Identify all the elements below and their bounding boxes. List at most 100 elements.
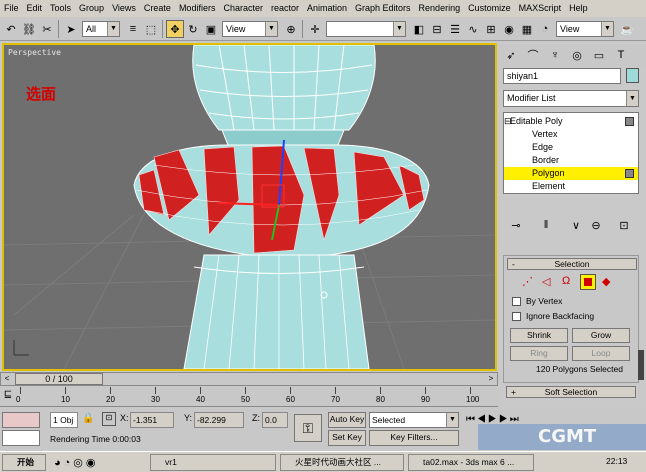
prev-frame-icon[interactable]: < bbox=[1, 373, 13, 385]
make-unique-icon[interactable]: ∨ bbox=[567, 216, 585, 234]
select-by-name-icon[interactable]: ≡ bbox=[124, 20, 142, 38]
menu-customize[interactable]: Customize bbox=[464, 0, 515, 17]
open-mini-curve-editor-icon[interactable]: ⊑ bbox=[0, 389, 16, 405]
taskbar-task-2[interactable]: 火星时代动画大社区 ... bbox=[280, 454, 404, 471]
polygon-mode-icon[interactable] bbox=[580, 274, 596, 290]
absolute-mode-icon[interactable]: ⊡ bbox=[102, 412, 116, 426]
x-coordinate[interactable]: -1.351 bbox=[130, 412, 174, 428]
set-key-icon[interactable]: ⚿ bbox=[294, 414, 322, 442]
track-tick-label: 100 bbox=[466, 395, 480, 404]
track-tick-label: 10 bbox=[61, 395, 70, 404]
shrink-button[interactable]: Shrink bbox=[510, 328, 568, 343]
border-mode-icon[interactable]: Ω bbox=[562, 275, 570, 287]
menu-character[interactable]: Character bbox=[219, 0, 267, 17]
object-name-field[interactable]: shiyan1 bbox=[503, 68, 621, 84]
lock-selection-icon[interactable]: 🔒 bbox=[82, 413, 94, 424]
stack-item-border[interactable]: Border bbox=[504, 154, 638, 167]
mirror-icon[interactable]: ◧ bbox=[410, 20, 428, 38]
pivot-icon[interactable]: ⊕ bbox=[282, 20, 300, 38]
menu-edit[interactable]: Edit bbox=[23, 0, 47, 17]
schematic-view-icon[interactable]: ⊞ bbox=[482, 20, 500, 38]
stack-item-element[interactable]: Element bbox=[504, 180, 638, 193]
stack-item-edge[interactable]: Edge bbox=[504, 141, 638, 154]
select-object-icon[interactable]: ➤ bbox=[62, 20, 80, 38]
menu-views[interactable]: Views bbox=[108, 0, 140, 17]
stack-item-vertex[interactable]: Vertex bbox=[504, 128, 638, 141]
menu-graph-editors[interactable]: Graph Editors bbox=[351, 0, 415, 17]
menu-animation[interactable]: Animation bbox=[303, 0, 351, 17]
set-key-button[interactable]: Set Key bbox=[328, 430, 366, 446]
curve-editor-icon[interactable]: ∿ bbox=[464, 20, 482, 38]
object-color-swatch[interactable] bbox=[626, 68, 639, 83]
vertex-mode-icon[interactable]: ⋰ bbox=[522, 275, 533, 288]
quick-render-icon[interactable]: ◔ bbox=[536, 20, 554, 38]
soft-selection-rollout-header[interactable]: + Soft Selection bbox=[506, 386, 636, 398]
configure-sets-icon[interactable]: ⊡ bbox=[615, 216, 633, 234]
menu-maxscript[interactable]: MAXScript bbox=[515, 0, 566, 17]
named-selection-dropdown[interactable]: ▼ bbox=[326, 21, 406, 37]
unlink-icon[interactable]: ✂ bbox=[38, 20, 56, 38]
selection-filter-dropdown[interactable]: All ▼ bbox=[82, 21, 120, 37]
taskbar-task-3[interactable]: ta02.max - 3ds max 6 ... bbox=[408, 454, 534, 471]
material-editor-icon[interactable]: ◉ bbox=[500, 20, 518, 38]
track-bar[interactable]: ⊑ 0 10 20 30 40 50 60 70 80 90 100 bbox=[0, 387, 498, 407]
perspective-viewport[interactable]: Perspective 选面 bbox=[2, 43, 497, 371]
element-mode-icon[interactable]: ◆ bbox=[602, 275, 610, 288]
menu-help[interactable]: Help bbox=[565, 0, 592, 17]
manipulate-icon[interactable]: ✛ bbox=[306, 20, 324, 38]
auto-key-button[interactable]: Auto Key bbox=[328, 412, 366, 428]
viewport-label[interactable]: Perspective bbox=[8, 48, 61, 57]
quick-launch-icons[interactable]: ◕◔◎◉ bbox=[54, 456, 98, 469]
next-frame-icon[interactable]: > bbox=[485, 373, 497, 385]
maxscript-mini-listener[interactable] bbox=[2, 430, 40, 446]
by-vertex-checkbox[interactable] bbox=[512, 297, 521, 306]
ring-button[interactable]: Ring bbox=[510, 346, 568, 361]
reference-coord-dropdown[interactable]: View ▼ bbox=[222, 21, 278, 37]
loop-button[interactable]: Loop bbox=[572, 346, 630, 361]
key-mode-dropdown[interactable]: Selected ▼ bbox=[369, 412, 459, 428]
pin-stack-icon[interactable]: ⊸ bbox=[507, 216, 525, 234]
align-icon[interactable]: ⊟ bbox=[428, 20, 446, 38]
select-scale-icon[interactable]: ▣ bbox=[202, 20, 220, 38]
select-move-icon[interactable]: ✥ bbox=[166, 20, 184, 38]
time-slider-thumb[interactable]: 0 / 100 bbox=[15, 373, 103, 385]
menu-create[interactable]: Create bbox=[140, 0, 175, 17]
menu-rendering[interactable]: Rendering bbox=[415, 0, 465, 17]
modifier-list-dropdown[interactable]: Modifier List ▼ bbox=[503, 90, 639, 107]
menu-reactor[interactable]: reactor bbox=[267, 0, 303, 17]
teapot-render-icon[interactable]: ☕ bbox=[618, 20, 636, 38]
utilities-tab-icon[interactable]: T bbox=[612, 46, 630, 64]
show-end-result-icon[interactable]: ‖ bbox=[537, 216, 555, 234]
edge-mode-icon[interactable]: ◁ bbox=[542, 275, 550, 288]
select-rotate-icon[interactable]: ↻ bbox=[184, 20, 202, 38]
hierarchy-tab-icon[interactable]: ♆ bbox=[546, 46, 564, 64]
layer-manager-icon[interactable]: ☰ bbox=[446, 20, 464, 38]
display-tab-icon[interactable]: ▭ bbox=[590, 46, 608, 64]
menu-file[interactable]: File bbox=[0, 0, 23, 17]
panel-scrollbar[interactable] bbox=[638, 350, 644, 380]
menu-group[interactable]: Group bbox=[75, 0, 108, 17]
undo-icon[interactable]: ↶ bbox=[2, 20, 20, 38]
key-filters-button[interactable]: Key Filters... bbox=[369, 430, 459, 446]
grow-button[interactable]: Grow bbox=[572, 328, 630, 343]
render-scene-icon[interactable]: ▦ bbox=[518, 20, 536, 38]
render-view-dropdown[interactable]: View ▼ bbox=[556, 21, 614, 37]
ignore-backfacing-checkbox[interactable] bbox=[512, 312, 521, 321]
z-coordinate[interactable]: 0.0 bbox=[262, 412, 288, 428]
start-button[interactable]: 开始 bbox=[2, 454, 46, 471]
time-slider[interactable]: < 0 / 100 > bbox=[0, 372, 498, 386]
modify-tab-icon[interactable]: ⌒ bbox=[524, 46, 542, 64]
menu-tools[interactable]: Tools bbox=[46, 0, 75, 17]
motion-tab-icon[interactable]: ◎ bbox=[568, 46, 586, 64]
maxscript-listener[interactable] bbox=[2, 412, 40, 428]
menu-modifiers[interactable]: Modifiers bbox=[175, 0, 220, 17]
taskbar-task-1[interactable]: vr1 bbox=[150, 454, 276, 471]
select-link-icon[interactable]: ⛓ bbox=[20, 20, 38, 38]
stack-item-polygon[interactable]: Polygon bbox=[504, 167, 638, 180]
create-tab-icon[interactable]: ➶ bbox=[502, 46, 520, 64]
stack-item-editable-poly[interactable]: ⊟ Editable Poly bbox=[504, 115, 638, 128]
remove-modifier-icon[interactable]: ⊖ bbox=[587, 216, 605, 234]
region-select-icon[interactable]: ⬚ bbox=[142, 20, 160, 38]
selection-rollout-header[interactable]: - Selection bbox=[507, 258, 637, 270]
y-coordinate[interactable]: -82.299 bbox=[194, 412, 244, 428]
